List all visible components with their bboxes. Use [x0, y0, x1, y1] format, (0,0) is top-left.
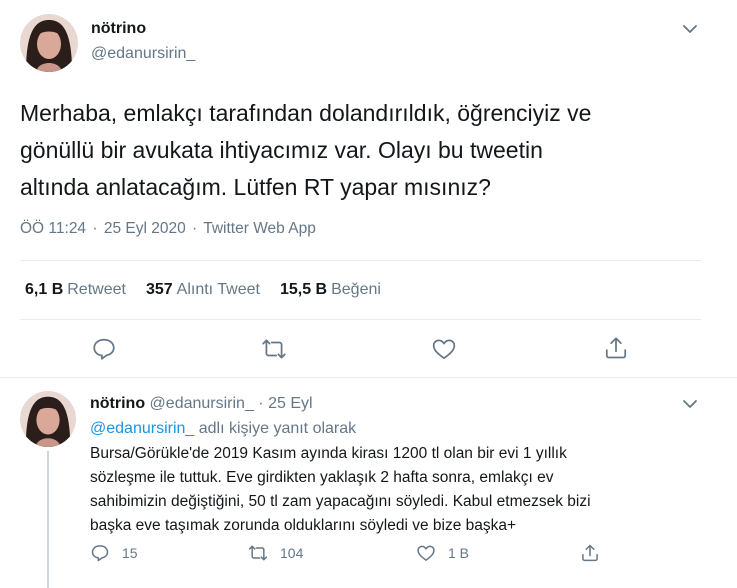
retweet-icon [248, 545, 268, 561]
meta-separator: · [92, 220, 98, 237]
display-name[interactable]: nötrino [91, 20, 146, 38]
tweet-stats: 6,1 B Retweet 357 Alıntı Tweet 15,5 B Beğen… [25, 281, 381, 299]
quotes-label: Alıntı Tweet [176, 281, 260, 298]
mention-link[interactable]: @edanursirin_ [90, 420, 194, 437]
tweet-text: Merhaba, emlakçı tarafından dolandırıldı… [20, 100, 592, 200]
reply-icon[interactable] [91, 336, 117, 362]
chevron-down-icon[interactable] [681, 395, 699, 413]
retweet-icon[interactable] [261, 336, 287, 362]
retweets-stat[interactable]: 6,1 B Retweet [25, 281, 126, 299]
reply-count: 15 [122, 545, 138, 561]
divider [20, 260, 701, 261]
reply-header: nötrino @edanursirin_ · 25 Eyl [90, 395, 313, 413]
user-handle[interactable]: @edanursirin_ [91, 45, 195, 63]
like-button[interactable]: 1 B [416, 543, 469, 563]
likes-label: Beğeni [331, 281, 381, 298]
like-count: 1 B [448, 545, 470, 561]
retweets-count: 6,1 B [25, 281, 64, 298]
likes-stat[interactable]: 15,5 B Beğeni [280, 281, 381, 299]
meta-separator: · [258, 395, 264, 412]
tweet-date[interactable]: 25 Eyl [268, 395, 312, 412]
quotes-stat[interactable]: 357 Alıntı Tweet [146, 281, 260, 299]
share-button[interactable] [580, 543, 600, 563]
share-icon[interactable] [603, 335, 629, 361]
share-icon [582, 544, 598, 562]
quotes-count: 357 [145, 281, 173, 298]
tweet-source[interactable]: Twitter Web App [203, 220, 316, 237]
tweet-time[interactable]: ÖÖ 11:24 [20, 220, 86, 237]
user-handle[interactable]: @edanursirin_ [150, 395, 254, 412]
retweet-count: 104 [280, 545, 304, 561]
tweet-date[interactable]: 25 Eyl 2020 [104, 220, 186, 237]
heart-icon[interactable] [431, 336, 457, 362]
chevron-down-icon[interactable] [681, 20, 699, 38]
meta-separator: · [192, 220, 198, 237]
main-tweet: nötrino @edanursirin_ Merhaba, emlakçı t… [0, 0, 737, 378]
retweets-label: Retweet [67, 281, 126, 298]
avatar[interactable] [20, 14, 78, 72]
tweet-actions [0, 334, 737, 364]
display-name[interactable]: nötrino [90, 395, 145, 412]
reply-tweet[interactable]: nötrino @edanursirin_ · 25 Eyl @edanursi… [0, 379, 737, 588]
reply-actions: 15 104 1 B [0, 543, 737, 569]
retweet-button[interactable]: 104 [248, 543, 303, 563]
tweet-meta: ÖÖ 11:24 · 25 Eyl 2020 · Twitter Web App [20, 220, 316, 238]
divider [20, 319, 701, 320]
tweet-text: Bursa/Görükle'de 2019 Kasım ayında kiras… [90, 445, 591, 534]
avatar[interactable] [20, 391, 76, 447]
reply-icon [91, 545, 109, 562]
likes-count: 15,5 B [279, 281, 328, 298]
replying-to: @edanursirin_ adlı kişiye yanıt olarak [90, 420, 356, 438]
heart-icon [417, 545, 435, 561]
replying-to-label: adlı kişiye yanıt olarak [194, 420, 357, 437]
reply-button[interactable]: 15 [90, 543, 138, 563]
